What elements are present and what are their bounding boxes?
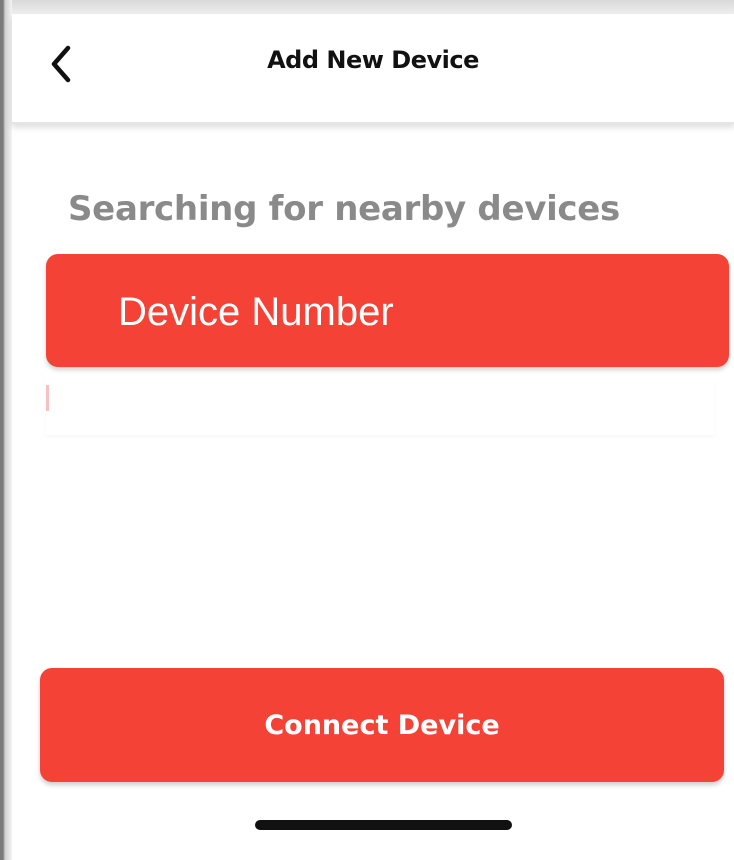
connect-device-button[interactable]: Connect Device xyxy=(40,668,724,782)
row-accent-bar xyxy=(46,385,49,411)
app-screen: Add New Device Searching for nearby devi… xyxy=(12,14,734,860)
home-indicator[interactable] xyxy=(255,820,512,830)
navigation-header: Add New Device xyxy=(12,14,734,124)
search-status-text: Searching for nearby devices xyxy=(68,189,620,229)
device-frame-left xyxy=(0,0,12,860)
device-list-item-label: Device Number xyxy=(118,290,394,334)
device-list-placeholder-row xyxy=(46,379,714,435)
device-list-item[interactable]: Device Number xyxy=(46,254,729,367)
page-title: Add New Device xyxy=(267,46,479,74)
device-frame-top xyxy=(0,0,734,14)
